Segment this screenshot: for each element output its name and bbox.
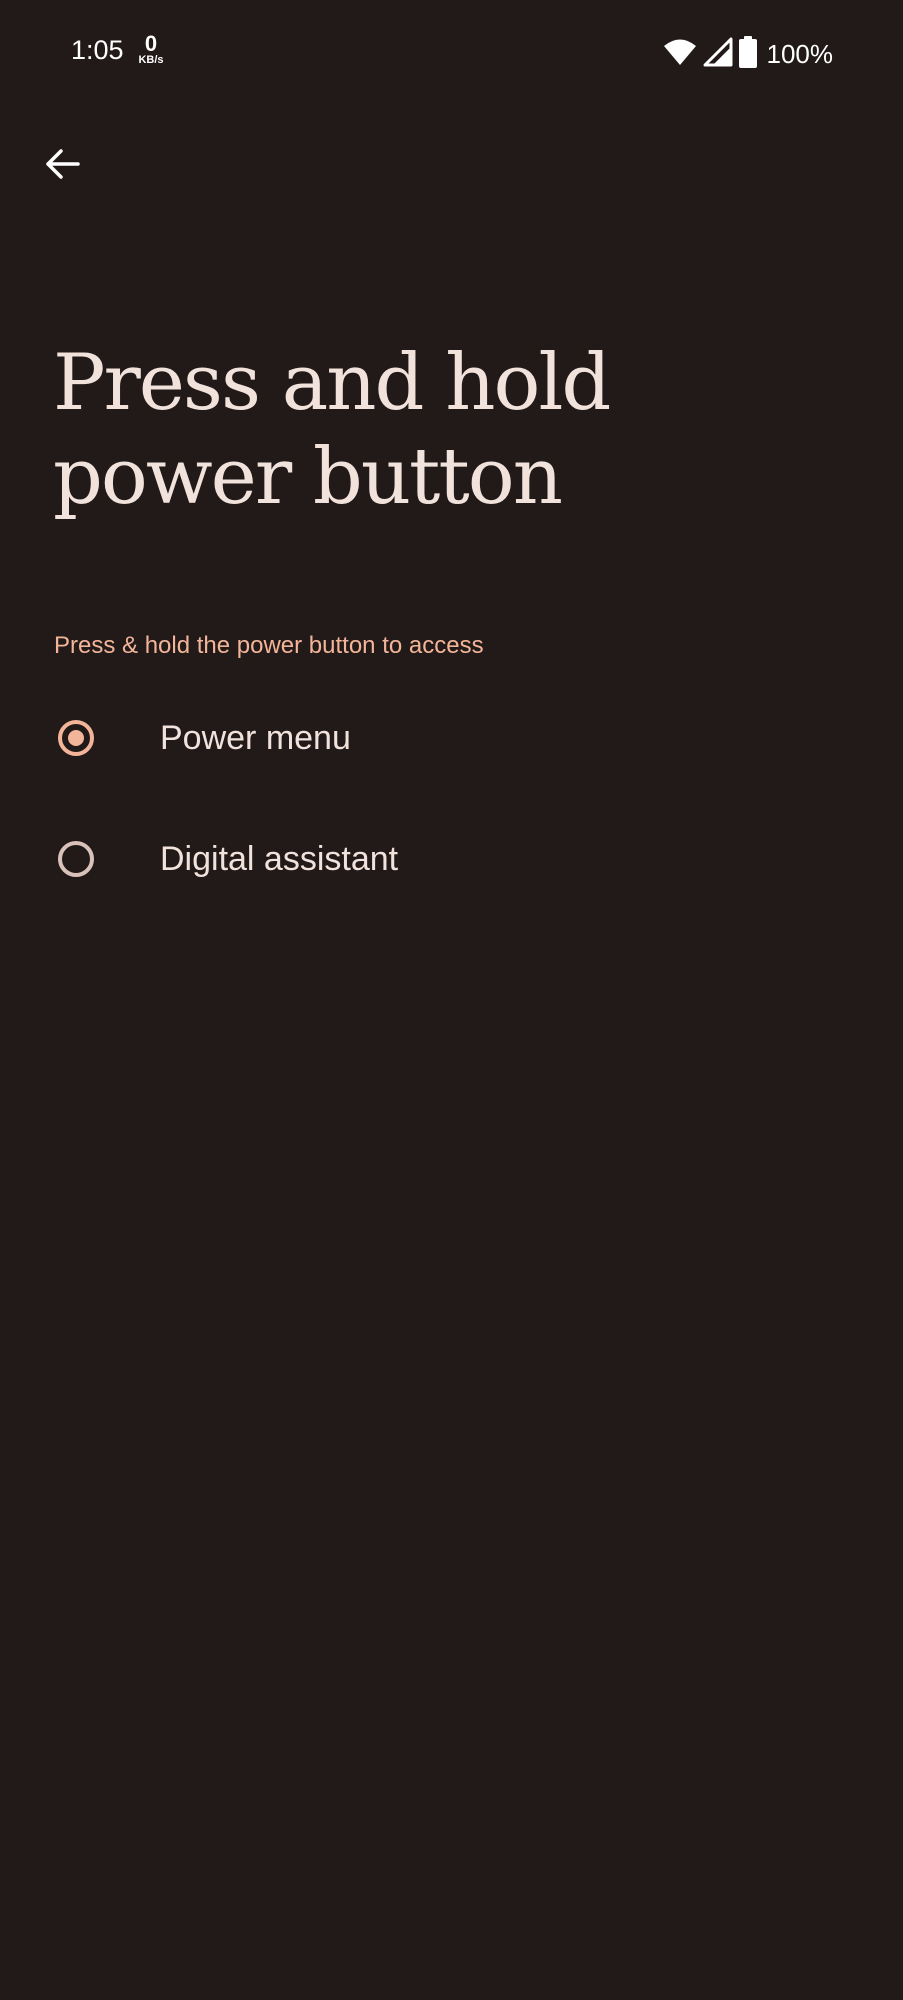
option-label: Power menu	[160, 719, 351, 757]
radio-button-unchecked[interactable]	[58, 841, 94, 877]
option-digital-assistant[interactable]: Digital assistant	[0, 803, 903, 924]
radio-checked-dot	[68, 730, 84, 746]
radio-button-checked[interactable]	[58, 720, 94, 756]
battery-full-icon	[738, 35, 757, 73]
status-bar: 1:05 0 KB/s 100%	[0, 0, 903, 100]
network-speed-unit: KB/s	[138, 54, 164, 66]
option-label: Digital assistant	[160, 840, 399, 878]
arrow-back-icon	[42, 144, 82, 189]
status-icons: 100%	[663, 35, 834, 73]
wifi-icon	[663, 38, 697, 71]
option-power-menu[interactable]: Power menu	[0, 682, 903, 803]
status-time: 1:05	[71, 35, 124, 65]
network-speed-value: 0	[144, 31, 158, 56]
network-speed-indicator: 0 KB/s	[133, 33, 169, 66]
page-title: Press and hold power button	[53, 338, 611, 522]
section-header: Press & hold the power button to access	[54, 632, 484, 659]
back-button[interactable]	[34, 138, 90, 194]
battery-level: 100%	[766, 38, 834, 69]
cell-signal-icon	[703, 37, 733, 72]
radio-option-list: Power menu Digital assistant	[0, 682, 903, 924]
